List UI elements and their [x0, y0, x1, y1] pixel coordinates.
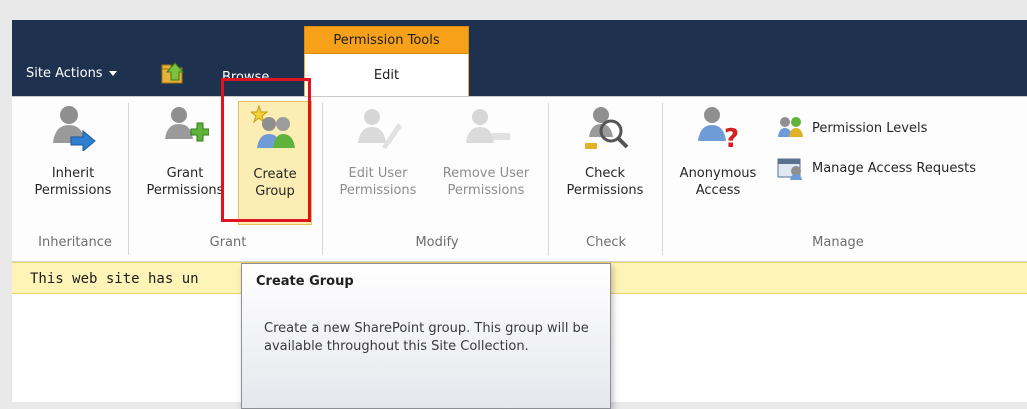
anonymous-line2: Access	[695, 183, 741, 198]
group-label-inheritance: Inheritance	[38, 235, 112, 250]
group-divider	[128, 103, 129, 255]
edit-user-icon	[358, 109, 402, 149]
create-group-line2: Group	[255, 184, 295, 199]
group-label-manage: Manage	[812, 235, 864, 250]
anonymous-line1: Anonymous	[679, 166, 757, 181]
grant-permissions-button[interactable]: Grant Permissions	[140, 101, 230, 225]
chevron-down-icon	[108, 71, 117, 76]
page: Site Actions Browse Permission Tools Edi…	[12, 20, 1027, 409]
remove-user-line2: Permissions	[447, 183, 525, 198]
top-bar: Site Actions Browse Permission Tools Edi…	[12, 20, 1027, 98]
inherit-line1: Inherit	[51, 166, 95, 181]
inherit-permissions-button[interactable]: Inherit Permissions	[26, 101, 120, 225]
tooltip-title: Create Group	[256, 274, 354, 289]
group-divider	[322, 103, 323, 255]
inherit-permissions-icon	[53, 106, 96, 151]
ribbon: Inherit Permissions Grant Permissions Cr…	[12, 96, 1027, 262]
check-permissions-button[interactable]: Check Permissions	[558, 101, 652, 225]
grant-line2: Permissions	[146, 183, 224, 198]
create-group-button[interactable]: Create Group	[238, 101, 312, 225]
site-actions-menu[interactable]: Site Actions	[26, 66, 117, 81]
site-actions-label: Site Actions	[26, 66, 103, 81]
manage-access-requests-icon	[777, 158, 802, 180]
create-group-icon	[251, 104, 295, 148]
edit-user-line1: Edit User	[348, 166, 408, 181]
create-group-line1: Create	[253, 167, 297, 182]
remove-user-icon	[466, 109, 510, 143]
edit-user-permissions-button[interactable]: Edit User Permissions	[334, 101, 422, 225]
remove-user-line1: Remove User	[442, 166, 530, 181]
check-permissions-icon	[585, 107, 629, 149]
permission-levels-button[interactable]: Permission Levels	[776, 115, 927, 141]
edit-user-line2: Permissions	[339, 183, 417, 198]
anonymous-access-icon: ?	[698, 107, 739, 151]
grant-line1: Grant	[166, 166, 204, 181]
tab-edit[interactable]: Edit	[304, 54, 469, 98]
group-divider	[548, 103, 549, 255]
group-label-grant: Grant	[209, 235, 247, 250]
tooltip-body: Create a new SharePoint group. This grou…	[264, 321, 589, 354]
check-line2: Permissions	[566, 183, 644, 198]
remove-user-permissions-button[interactable]: Remove User Permissions	[432, 101, 540, 225]
group-divider	[662, 103, 663, 255]
navigate-up-icon[interactable]	[160, 60, 186, 86]
permission-tools-label: Permission Tools	[304, 26, 469, 54]
grant-permissions-icon	[165, 107, 209, 142]
manage-access-requests-label: Manage Access Requests	[812, 160, 976, 176]
inherit-line2: Permissions	[34, 183, 112, 198]
anonymous-access-button[interactable]: ? Anonymous Access	[668, 101, 768, 225]
manage-access-requests-button[interactable]: Manage Access Requests	[776, 155, 976, 181]
permission-levels-label: Permission Levels	[812, 120, 928, 136]
create-group-tooltip: Create Group Create a new SharePoint gro…	[241, 263, 611, 409]
permission-levels-icon	[778, 117, 803, 137]
check-line1: Check	[585, 166, 625, 181]
svg-text:?: ?	[724, 124, 739, 151]
group-label-check: Check	[586, 235, 626, 250]
group-label-modify: Modify	[415, 235, 459, 250]
tab-browse[interactable]: Browse	[222, 70, 269, 85]
